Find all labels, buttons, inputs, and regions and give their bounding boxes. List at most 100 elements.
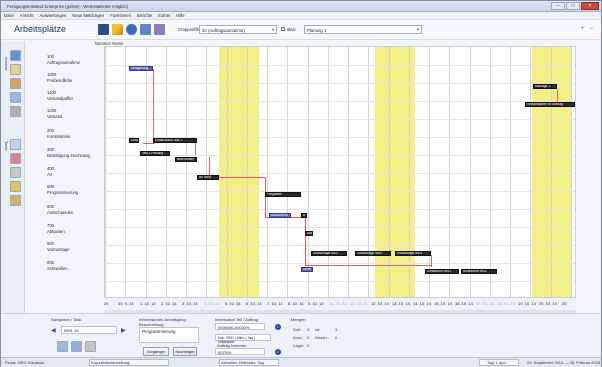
sidebar-tab-ansicht[interactable]: Ansicht xyxy=(3,57,9,70)
resource-row[interactable]: 700 Abkanten xyxy=(47,223,101,234)
status-tage: Tag/ 1 apo xyxy=(487,360,506,365)
task-bar[interactable]: A xyxy=(301,213,307,218)
next-arrow-icon[interactable]: ▶ xyxy=(121,327,126,334)
row-gridline xyxy=(105,209,575,210)
grid-icon[interactable] xyxy=(10,139,21,150)
prev-arrow-icon[interactable]: ◀ xyxy=(51,327,56,334)
menu-hilfe[interactable]: Hilfe xyxy=(176,13,184,18)
task-bar[interactable]: Best.Muster xyxy=(175,157,197,162)
weekend-band xyxy=(219,47,259,297)
timeline-tick: 10. 10. 14 xyxy=(329,301,347,306)
warning-icon[interactable] xyxy=(10,181,21,192)
menu-berichte[interactable]: Berichte xyxy=(137,13,152,18)
add-icon[interactable]: + xyxy=(581,26,585,32)
soll-label: Soll: xyxy=(293,327,301,332)
planung-select[interactable]: Planung 1 ▼ xyxy=(304,25,422,34)
pages-icon[interactable] xyxy=(154,24,165,35)
resource-list: 100 Auftragsannahme 1000 Freiberufliche 11… xyxy=(45,46,101,298)
remove-icon[interactable]: − xyxy=(589,26,593,32)
document-icon[interactable] xyxy=(10,167,21,178)
nachfolger-button[interactable]: Nachfolger xyxy=(173,347,197,356)
pie-chart-icon[interactable] xyxy=(10,50,21,61)
resource-row[interactable]: 100 Auftragsannahme xyxy=(47,54,101,65)
maximize-button[interactable]: □ xyxy=(566,2,580,10)
navigation-label: Navigation / Task xyxy=(51,317,82,322)
menu-extras[interactable]: Extras xyxy=(158,13,170,18)
task-bar[interactable]: Ausschneid xyxy=(269,213,291,218)
vorgaenger-button[interactable]: Vorgänger xyxy=(143,347,169,356)
group-filter-select[interactable]: 10 (Auftragsannahme) ▼ xyxy=(199,25,277,34)
day-gridline xyxy=(105,47,106,297)
menu-datei[interactable]: Datei xyxy=(4,13,14,18)
task-bar[interactable]: Programm xyxy=(265,192,301,197)
resource-row[interactable]: 400 AV xyxy=(47,166,101,177)
save-icon[interactable] xyxy=(98,24,109,35)
timeline-axis[interactable]: 29 30. 9. 14 1. 10. 14 2. 10. 14 3. 10. … xyxy=(104,298,576,310)
settings-icon[interactable] xyxy=(10,195,21,206)
sidebar: Ansicht Tools xyxy=(1,41,25,345)
list-icon[interactable] xyxy=(10,92,21,103)
info-teil-label: Information Teil / Auftrag xyxy=(215,317,259,322)
soll-value: 3 xyxy=(307,327,310,332)
task-bar[interactable]: Versandpuffer 99 Montag xyxy=(525,102,575,107)
resource-row[interactable]: 1000 Freiberufliche xyxy=(47,72,101,83)
resource-row[interactable]: 800 Vormontage xyxy=(47,241,101,252)
resource-row[interactable]: 1200 Versand xyxy=(47,108,101,119)
description-field[interactable]: Programmierung xyxy=(139,327,199,343)
task-bar[interactable]: Verlagerung xyxy=(129,66,153,71)
task-bar[interactable]: Vormontage 9901 xyxy=(311,251,347,256)
info-icon[interactable]: i xyxy=(275,349,281,355)
resource-row[interactable]: 200 Konstruktion xyxy=(47,128,101,139)
task-bar[interactable]: Schweißen 9902 xyxy=(461,269,497,274)
calendar-icon[interactable] xyxy=(10,64,21,75)
menu-neue-meldungen[interactable]: Neue Meldungen xyxy=(72,13,104,18)
status-zeitraster: Aktuelles Zeitraster: Tag xyxy=(221,360,264,365)
auftrag-field[interactable]: 007519 xyxy=(215,348,265,355)
resource-row[interactable]: 300 Bestätigung Zeichnung xyxy=(47,147,101,158)
task-bar[interactable]: Schweißen 9901 xyxy=(425,269,459,274)
timeline-tick: 20. 10. 14 xyxy=(539,301,557,306)
task-bar[interactable]: Kons xyxy=(129,138,139,143)
resource-row[interactable]: 600 Ausschneiden xyxy=(47,204,101,215)
task-bar[interactable]: Abk xyxy=(305,231,313,236)
filter-icon[interactable] xyxy=(10,153,21,164)
chart-icon[interactable] xyxy=(10,78,21,89)
wand-icon[interactable] xyxy=(112,24,123,35)
task-bar[interactable]: Test 1 Planung xyxy=(140,151,170,156)
dependency-connector xyxy=(195,143,196,155)
task-bar[interactable]: Vormontage 9902 xyxy=(355,251,391,256)
resource-row[interactable]: 900 Schweißen xyxy=(47,260,101,271)
tools-icon[interactable] xyxy=(10,106,21,117)
menu-auswertungen[interactable]: Auswertungen xyxy=(40,13,67,18)
task-bar[interactable]: Vormontage 9903 xyxy=(395,251,431,256)
ausr-label: Ausr.: xyxy=(293,335,304,340)
minimize-button[interactable]: – xyxy=(551,2,565,10)
export-icon[interactable] xyxy=(85,341,96,352)
nav-field[interactable]: 9901 10 xyxy=(61,326,117,334)
resource-row[interactable]: 500 Programmierung xyxy=(47,184,101,195)
task-bar[interactable]: Montage 1 xyxy=(533,84,557,89)
print-icon[interactable] xyxy=(140,24,151,35)
task-bar[interactable]: AV 4994 xyxy=(197,175,219,180)
aktiv-checkbox[interactable] xyxy=(281,27,285,31)
table-icon[interactable] xyxy=(57,341,68,352)
refresh-icon[interactable] xyxy=(126,24,137,35)
toolbar-right: + − xyxy=(581,26,593,32)
window-title: Fertigungsleitstand Enterprise (gelöst) … xyxy=(7,4,129,9)
task-bar[interactable]: Schw xyxy=(301,267,313,272)
task-bar[interactable]: Konstruktion Test 1 xyxy=(153,138,197,143)
row-gridline xyxy=(105,119,575,120)
window-icon[interactable] xyxy=(71,341,82,352)
day-gridline xyxy=(328,47,329,297)
gantt-chart[interactable]: Verlagerung Montage 1 Versandpuffer 99 M… xyxy=(104,46,576,298)
day-gridline xyxy=(429,47,430,297)
timeline-tick: 12. 10. 14 xyxy=(371,301,389,306)
day-gridline xyxy=(186,47,187,297)
close-button[interactable]: × xyxy=(581,2,599,10)
resource-row[interactable]: 1100 Versandpuffer xyxy=(47,90,101,101)
menu-ansicht[interactable]: Ansicht xyxy=(20,13,34,18)
info-icon[interactable]: i xyxy=(275,324,281,330)
teil-field[interactable]: 0000000-00000% xyxy=(215,323,265,330)
menu-funktionen[interactable]: Funktionen xyxy=(110,13,131,18)
sidebar-tab-tools[interactable]: Tools xyxy=(3,141,9,150)
